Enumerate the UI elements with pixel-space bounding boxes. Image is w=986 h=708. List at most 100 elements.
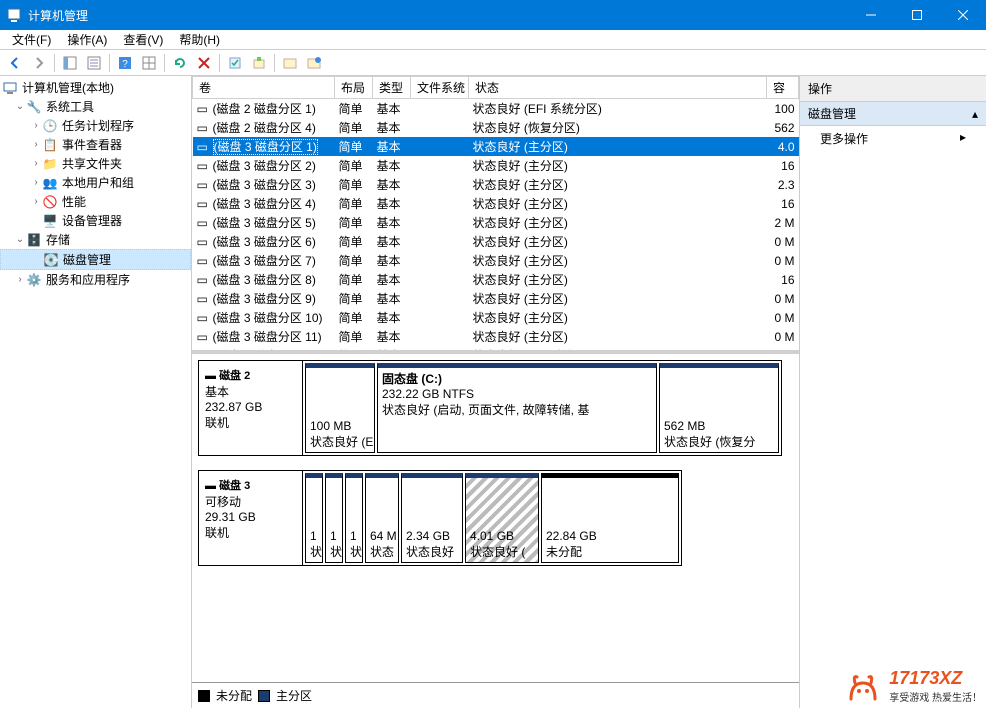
delete-button[interactable] xyxy=(193,52,215,74)
partition[interactable]: 22.84 GB未分配 xyxy=(541,473,679,563)
disk-row-3[interactable]: ▬ 磁盘 3 可移动 29.31 GB 联机 1状1状1状64 M状态2.34 … xyxy=(198,470,682,566)
legend-swatch-primary xyxy=(258,690,270,702)
navigation-tree[interactable]: 计算机管理(本地) ⌄🔧系统工具 ›🕒任务计划程序 ›📋事件查看器 ›📁共享文件… xyxy=(0,76,192,708)
tree-root[interactable]: 计算机管理(本地) xyxy=(0,78,191,97)
menu-help[interactable]: 帮助(H) xyxy=(171,29,228,50)
col-filesystem[interactable]: 文件系统 xyxy=(411,77,469,99)
table-row[interactable]: ▭(磁盘 3 磁盘分区 9)简单基本状态良好 (主分区)0 M xyxy=(193,289,799,308)
actions-section[interactable]: 磁盘管理 ▴ xyxy=(800,102,986,126)
back-button[interactable] xyxy=(4,52,26,74)
tool-button-3[interactable] xyxy=(279,52,301,74)
tree-label: 共享文件夹 xyxy=(62,155,122,172)
table-row[interactable]: ▭(磁盘 3 磁盘分区 2)简单基本状态良好 (主分区)16 xyxy=(193,156,799,175)
expand-icon[interactable]: › xyxy=(30,158,42,169)
table-row[interactable]: ▭(磁盘 3 磁盘分区 7)简单基本状态良好 (主分区)0 M xyxy=(193,251,799,270)
show-hide-tree-button[interactable] xyxy=(59,52,81,74)
disk-map[interactable]: ▬ 磁盘 2 基本 232.87 GB 联机 100 MB状态良好 (EF固态盘… xyxy=(192,354,799,682)
table-row[interactable]: ▭(磁盘 3 磁盘分区 3)简单基本状态良好 (主分区)2.3 xyxy=(193,175,799,194)
col-layout[interactable]: 布局 xyxy=(335,77,373,99)
tree-label: 磁盘管理 xyxy=(63,251,111,268)
disk-type: 可移动 xyxy=(205,493,296,510)
refresh-button[interactable] xyxy=(169,52,191,74)
disk-row-2[interactable]: ▬ 磁盘 2 基本 232.87 GB 联机 100 MB状态良好 (EF固态盘… xyxy=(198,360,782,456)
actions-pane: 操作 磁盘管理 ▴ 更多操作 ▸ xyxy=(800,76,986,708)
tree-label: 性能 xyxy=(62,193,86,210)
collapse-icon[interactable]: ⌄ xyxy=(14,101,26,112)
forward-button[interactable] xyxy=(28,52,50,74)
table-row[interactable]: ▭(磁盘 3 磁盘分区 5)简单基本状态良好 (主分区)2 M xyxy=(193,213,799,232)
menu-action[interactable]: 操作(A) xyxy=(59,29,115,50)
collapse-icon[interactable]: ⌄ xyxy=(14,234,26,245)
properties-button[interactable] xyxy=(83,52,105,74)
partition[interactable]: 1状 xyxy=(305,473,323,563)
services-icon: ⚙️ xyxy=(26,272,42,288)
app-icon xyxy=(6,7,22,23)
tree-disk-management[interactable]: 💽磁盘管理 xyxy=(0,249,191,270)
tree-task-scheduler[interactable]: ›🕒任务计划程序 xyxy=(0,116,191,135)
partition[interactable]: 固态盘 (C:)232.22 GB NTFS状态良好 (启动, 页面文件, 故障… xyxy=(377,363,657,453)
col-volume[interactable]: 卷 xyxy=(193,77,335,99)
partition[interactable]: 64 M状态 xyxy=(365,473,399,563)
table-row[interactable]: ▭(磁盘 3 磁盘分区 10)简单基本状态良好 (主分区)0 M xyxy=(193,308,799,327)
svg-text:?: ? xyxy=(122,59,128,70)
tool-button-1[interactable] xyxy=(224,52,246,74)
action-more[interactable]: 更多操作 ▸ xyxy=(800,126,986,151)
tree-label: 设备管理器 xyxy=(62,212,122,229)
expand-icon[interactable]: › xyxy=(30,196,42,207)
watermark-brand: 17173XZ xyxy=(889,668,962,688)
expand-icon[interactable]: › xyxy=(14,274,26,285)
disk-icon: ▬ 磁盘 2 xyxy=(205,367,296,383)
disk-size: 29.31 GB xyxy=(205,510,296,524)
expand-icon[interactable]: › xyxy=(30,120,42,131)
tree-label: 系统工具 xyxy=(46,98,94,115)
col-type[interactable]: 类型 xyxy=(373,77,411,99)
expand-icon[interactable]: › xyxy=(30,139,42,150)
table-row[interactable]: ▭(磁盘 3 磁盘分区 12)简单基本状态良好 (EFI 系统分区)64 xyxy=(193,346,799,354)
tree-shared-folders[interactable]: ›📁共享文件夹 xyxy=(0,154,191,173)
col-capacity[interactable]: 容 xyxy=(767,77,799,99)
tool-button-2[interactable] xyxy=(248,52,270,74)
partition[interactable]: 4.01 GB状态良好 ( xyxy=(465,473,539,563)
tree-services-apps[interactable]: ›⚙️服务和应用程序 xyxy=(0,270,191,289)
partition[interactable]: 562 MB状态良好 (恢复分 xyxy=(659,363,779,453)
volume-icon: ▭ xyxy=(197,216,211,230)
menu-bar: 文件(F) 操作(A) 查看(V) 帮助(H) xyxy=(0,30,986,50)
partition[interactable]: 1状 xyxy=(325,473,343,563)
tree-local-users[interactable]: ›👥本地用户和组 xyxy=(0,173,191,192)
volume-list[interactable]: 卷 布局 类型 文件系统 状态 容 ▭(磁盘 2 磁盘分区 1)简单基本状态良好… xyxy=(192,76,799,354)
tool-button-4[interactable] xyxy=(303,52,325,74)
volume-icon: ▭ xyxy=(197,311,211,325)
table-row[interactable]: ▭(磁盘 3 磁盘分区 4)简单基本状态良好 (主分区)16 xyxy=(193,194,799,213)
view-list-button[interactable] xyxy=(138,52,160,74)
volume-icon: ▭ xyxy=(197,197,211,211)
table-row[interactable]: ▭(磁盘 3 磁盘分区 6)简单基本状态良好 (主分区)0 M xyxy=(193,232,799,251)
table-row[interactable]: ▭(磁盘 3 磁盘分区 11)简单基本状态良好 (主分区)0 M xyxy=(193,327,799,346)
performance-icon: 🚫 xyxy=(42,194,58,210)
tree-event-viewer[interactable]: ›📋事件查看器 xyxy=(0,135,191,154)
tree-label: 任务计划程序 xyxy=(62,117,134,134)
chevron-right-icon: ▸ xyxy=(960,130,966,147)
tree-storage[interactable]: ⌄🗄️存储 xyxy=(0,230,191,249)
expand-icon[interactable]: › xyxy=(30,177,42,188)
partition[interactable]: 1状 xyxy=(345,473,363,563)
tree-performance[interactable]: ›🚫性能 xyxy=(0,192,191,211)
menu-view[interactable]: 查看(V) xyxy=(115,29,171,50)
col-status[interactable]: 状态 xyxy=(469,77,767,99)
table-row[interactable]: ▭(磁盘 2 磁盘分区 1)简单基本状态良好 (EFI 系统分区)100 xyxy=(193,99,799,119)
window-title: 计算机管理 xyxy=(28,7,848,24)
table-row[interactable]: ▭(磁盘 3 磁盘分区 8)简单基本状态良好 (主分区)16 xyxy=(193,270,799,289)
table-row[interactable]: ▭(磁盘 2 磁盘分区 4)简单基本状态良好 (恢复分区)562 xyxy=(193,118,799,137)
partition[interactable]: 2.34 GB状态良好 xyxy=(401,473,463,563)
maximize-button[interactable] xyxy=(894,0,940,30)
column-header-row[interactable]: 卷 布局 类型 文件系统 状态 容 xyxy=(193,77,799,99)
minimize-button[interactable] xyxy=(848,0,894,30)
tree-device-manager[interactable]: 🖥️设备管理器 xyxy=(0,211,191,230)
tree-system-tools[interactable]: ⌄🔧系统工具 xyxy=(0,97,191,116)
table-row[interactable]: ▭(磁盘 3 磁盘分区 1)简单基本状态良好 (主分区)4.0 xyxy=(193,137,799,156)
computer-icon xyxy=(2,80,18,96)
close-button[interactable] xyxy=(940,0,986,30)
partition[interactable]: 100 MB状态良好 (EF xyxy=(305,363,375,453)
event-icon: 📋 xyxy=(42,137,58,153)
help-button[interactable]: ? xyxy=(114,52,136,74)
menu-file[interactable]: 文件(F) xyxy=(4,29,59,50)
